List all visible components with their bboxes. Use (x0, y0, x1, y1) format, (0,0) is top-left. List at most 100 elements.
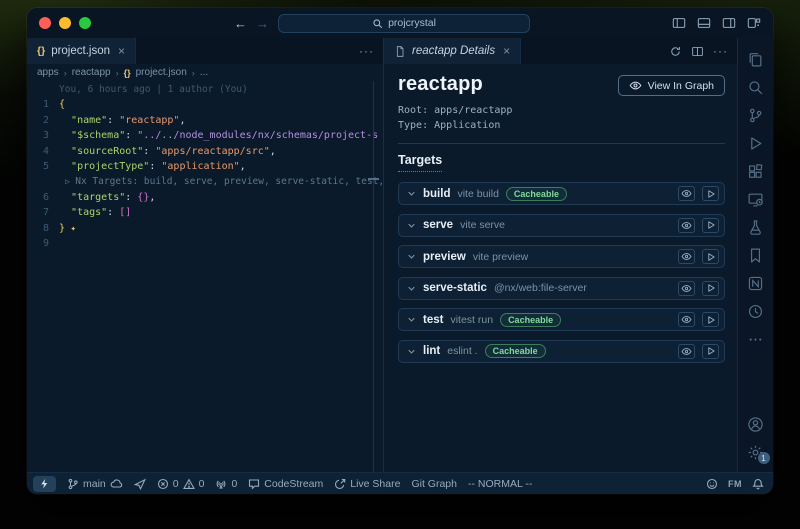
zap-icon (39, 478, 50, 489)
code-line[interactable]: Nx Targets: build, serve, preview, serve… (27, 174, 383, 189)
explorer-icon[interactable] (743, 45, 769, 73)
codestream-status[interactable]: CodeStream (248, 478, 323, 490)
chevron-down-icon[interactable] (407, 347, 416, 356)
more-icon[interactable] (743, 325, 769, 353)
code-editor[interactable]: You, 6 hours ago | 1 author (You)1{2 "na… (27, 81, 383, 472)
code-line[interactable]: You, 6 hours ago | 1 author (You) (27, 82, 383, 97)
close-tab-icon[interactable]: × (503, 44, 510, 58)
target-row[interactable]: lint eslint . Cacheable (398, 340, 725, 363)
breadcrumb-file[interactable]: project.json (136, 67, 187, 78)
target-row[interactable]: build vite build Cacheable (398, 182, 725, 205)
code-line[interactable]: 8} ✦ (27, 221, 383, 236)
ports-status[interactable]: 0 (215, 478, 237, 490)
close-window-button[interactable] (39, 17, 51, 29)
view-target-config-button[interactable] (678, 344, 695, 359)
chevron-down-icon[interactable] (407, 315, 416, 324)
nx-console-icon[interactable] (743, 269, 769, 297)
run-target-button[interactable] (702, 312, 719, 327)
close-tab-icon[interactable]: × (118, 44, 125, 58)
chevron-separator-icon: › (64, 68, 67, 78)
code-line[interactable]: 3 "$schema": "../../node_modules/nx/sche… (27, 128, 383, 143)
minimize-window-button[interactable] (59, 17, 71, 29)
fm-indicator[interactable]: FM (728, 479, 742, 489)
bookmarks-icon[interactable] (743, 241, 769, 269)
customize-layout-icon[interactable] (747, 16, 761, 30)
view-target-config-button[interactable] (678, 281, 695, 296)
line-number: 2 (27, 113, 59, 128)
tab-project-json[interactable]: {} project.json × (27, 38, 136, 64)
target-row[interactable]: test vitest run Cacheable (398, 308, 725, 331)
run-debug-icon[interactable] (743, 129, 769, 157)
timeline-clock-icon[interactable] (743, 297, 769, 325)
eye-icon (681, 283, 692, 294)
toggle-secondary-sidebar-icon[interactable] (722, 16, 736, 30)
cacheable-badge: Cacheable (506, 187, 567, 201)
search-icon[interactable] (743, 73, 769, 101)
play-icon (706, 252, 716, 262)
code-line[interactable]: 2 "name": "reactapp", (27, 113, 383, 128)
tab-bar-left: {} project.json × ··· (27, 38, 383, 64)
code-line[interactable]: 7 "tags": [] (27, 205, 383, 220)
split-editor-icon[interactable] (691, 45, 704, 58)
notifications-bell-icon[interactable] (752, 478, 764, 490)
target-row[interactable]: preview vite preview (398, 245, 725, 268)
view-target-config-button[interactable] (678, 249, 695, 264)
source-control-icon[interactable] (743, 101, 769, 129)
breadcrumb-symbol[interactable]: ... (200, 67, 208, 78)
run-target-button[interactable] (702, 281, 719, 296)
code-text: } ✦ (59, 221, 76, 236)
account-icon[interactable] (743, 410, 769, 438)
view-target-config-button[interactable] (678, 312, 695, 327)
remote-indicator[interactable] (33, 476, 56, 492)
code-line[interactable]: 1{ (27, 97, 383, 112)
chevron-down-icon[interactable] (407, 252, 416, 261)
code-line[interactable]: 9 (27, 236, 383, 251)
git-graph-status[interactable]: Git Graph (411, 478, 457, 490)
scrollbar-gutter[interactable] (373, 81, 374, 472)
code-line[interactable]: 4 "sourceRoot": "apps/reactapp/src", (27, 144, 383, 159)
chevron-down-icon[interactable] (407, 221, 416, 230)
chevron-down-icon[interactable] (407, 284, 416, 293)
remote-explorer-icon[interactable] (743, 185, 769, 213)
run-target-button[interactable] (702, 344, 719, 359)
line-number: 1 (27, 97, 59, 112)
more-editor-actions-icon[interactable]: ··· (713, 44, 728, 58)
settings-gear-icon[interactable]: 1 (743, 438, 769, 466)
run-target-button[interactable] (702, 249, 719, 264)
run-target-button[interactable] (702, 218, 719, 233)
view-target-config-button[interactable] (678, 186, 695, 201)
zoom-window-button[interactable] (79, 17, 91, 29)
vim-mode-status[interactable]: -- NORMAL -- (468, 478, 532, 490)
target-row[interactable]: serve vite serve (398, 214, 725, 237)
live-share-status[interactable]: Live Share (334, 478, 400, 490)
history-back-icon[interactable]: ← (234, 17, 247, 30)
breadcrumb-project[interactable]: reactapp (72, 67, 111, 78)
targets-heading: Targets (398, 153, 442, 172)
target-row[interactable]: serve-static @nx/web:file-server (398, 277, 725, 300)
code-line[interactable]: 5 "projectType": "application", (27, 159, 383, 174)
view-target-config-button[interactable] (678, 218, 695, 233)
rocket-status[interactable] (134, 478, 146, 490)
toggle-primary-sidebar-icon[interactable] (672, 16, 686, 30)
view-in-graph-button[interactable]: View In Graph (618, 75, 725, 96)
breadcrumb[interactable]: apps › reactapp › {} project.json › ... (27, 64, 383, 81)
toggle-panel-icon[interactable] (697, 16, 711, 30)
eye-icon (681, 314, 692, 325)
feedback-smiley-icon[interactable] (706, 478, 718, 490)
line-number: 5 (27, 159, 59, 174)
target-name: serve (423, 219, 453, 231)
play-icon (706, 189, 716, 199)
branch-status[interactable]: main (67, 478, 123, 490)
breadcrumb-root[interactable]: apps (37, 67, 59, 78)
tab-reactapp-details[interactable]: reactapp Details × (384, 38, 521, 64)
chevron-down-icon[interactable] (407, 189, 416, 198)
history-forward-icon[interactable]: → (256, 17, 269, 30)
command-center-search[interactable]: projcrystal (278, 14, 530, 33)
test-flask-icon[interactable] (743, 213, 769, 241)
extensions-icon[interactable] (743, 157, 769, 185)
code-line[interactable]: 6 "targets": {}, (27, 190, 383, 205)
problems-status[interactable]: 0 0 (157, 478, 205, 490)
more-editor-actions-icon[interactable]: ··· (359, 44, 374, 58)
refresh-icon[interactable] (669, 45, 682, 58)
run-target-button[interactable] (702, 186, 719, 201)
